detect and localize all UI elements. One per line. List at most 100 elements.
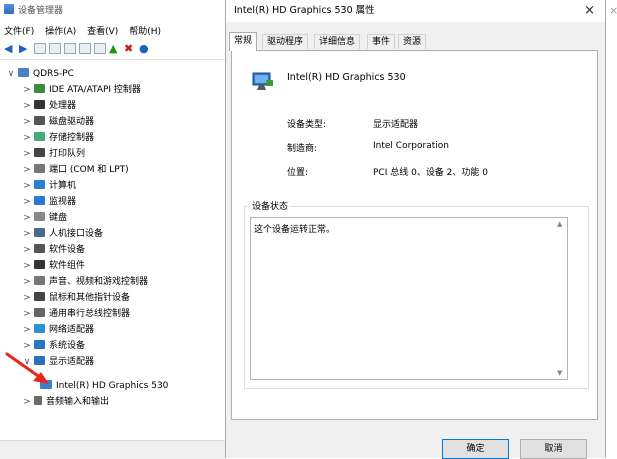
storage-controller-icon	[34, 132, 45, 141]
chevron-right-icon[interactable]: >	[22, 162, 32, 178]
tree-item-label: 打印队列	[49, 149, 86, 159]
tree-item-keyboards[interactable]: > 键盘	[22, 210, 67, 226]
device-status-text: 这个设备运转正常。	[254, 225, 336, 235]
chevron-right-icon[interactable]: >	[22, 322, 32, 338]
tree-item-network[interactable]: > 网络适配器	[22, 322, 94, 338]
chevron-right-icon[interactable]: >	[22, 114, 32, 130]
chevron-down-icon[interactable]: ∨	[6, 66, 16, 82]
help-icon[interactable]	[64, 42, 76, 54]
device-manager-title: 设备管理器	[18, 6, 64, 16]
location-value: PCI 总线 0、设备 2、功能 0	[373, 168, 488, 178]
dialog-title: Intel(R) HD Graphics 530 属性	[234, 5, 375, 16]
tree-item-label: 人机接口设备	[49, 229, 104, 239]
chevron-right-icon[interactable]: >	[22, 274, 32, 290]
tree-item-ide[interactable]: > IDE ATA/ATAPI 控制器	[22, 82, 141, 98]
tree-item-label: 软件组件	[49, 261, 86, 271]
chevron-right-icon[interactable]: >	[22, 226, 32, 242]
tree-item-software-components[interactable]: > 软件组件	[22, 258, 85, 274]
chevron-right-icon[interactable]: >	[22, 178, 32, 194]
scan-hardware-icon[interactable]: ●	[139, 43, 151, 54]
tree-item-label: 通用串行总线控制器	[49, 309, 131, 319]
tree-item-label: 磁盘驱动器	[49, 117, 95, 127]
manufacturer-label: 制造商:	[287, 144, 318, 154]
chevron-right-icon[interactable]: >	[22, 98, 32, 114]
tree-item-processors[interactable]: > 处理器	[22, 98, 76, 114]
tree-item-hid[interactable]: > 人机接口设备	[22, 226, 103, 242]
chevron-right-icon[interactable]: >	[22, 242, 32, 258]
tree-item-label: 系统设备	[49, 341, 86, 351]
forward-arrow-icon[interactable]: ▶	[19, 43, 31, 54]
computer-icon	[34, 180, 45, 189]
tree-item-audio-io[interactable]: > 音频输入和输出	[22, 394, 109, 410]
ok-button[interactable]: 确定	[442, 439, 509, 459]
tree-item-print-queues[interactable]: > 打印队列	[22, 146, 85, 162]
tree-item-intel-hd-graphics[interactable]: Intel(R) HD Graphics 530	[38, 378, 168, 394]
back-arrow-icon[interactable]: ◀	[4, 43, 16, 54]
tree-item-label: IDE ATA/ATAPI 控制器	[49, 85, 141, 95]
tree-item-label: 键盘	[49, 213, 68, 223]
location-label: 位置:	[287, 168, 309, 178]
tree-item-disk-drives[interactable]: > 磁盘驱动器	[22, 114, 94, 130]
background-close-icon[interactable]: ×	[609, 0, 617, 22]
device-manager-titlebar: 设备管理器	[4, 0, 63, 22]
device-name: Intel(R) HD Graphics 530	[287, 72, 406, 83]
chevron-right-icon[interactable]: >	[22, 306, 32, 322]
status-scrollbar[interactable]: ▲ ▼	[555, 218, 567, 379]
menu-action[interactable]: 操作(A)	[45, 27, 76, 37]
tree-item-label: 声音、视频和游戏控制器	[49, 277, 149, 287]
tree-root[interactable]: ∨ QDRS-PC	[6, 66, 74, 82]
menu-view[interactable]: 查看(V)	[87, 27, 118, 37]
tree-root-label: QDRS-PC	[33, 69, 74, 79]
background-window-edge	[606, 0, 617, 458]
scroll-down-icon[interactable]: ▼	[557, 369, 562, 377]
network-adapter-icon	[34, 324, 45, 333]
uninstall-x-icon[interactable]: ✖	[124, 43, 136, 54]
cancel-button[interactable]: 取消	[520, 439, 587, 459]
monitor-icon[interactable]	[94, 42, 106, 54]
close-icon[interactable]: ×	[584, 0, 595, 22]
chevron-right-icon[interactable]: >	[22, 146, 32, 162]
tree-item-computer[interactable]: > 计算机	[22, 178, 76, 194]
chevron-right-icon[interactable]: >	[22, 210, 32, 226]
hid-icon	[34, 228, 45, 237]
menu-file[interactable]: 文件(F)	[4, 27, 34, 37]
tab-resources[interactable]: 资源	[398, 34, 427, 49]
tab-driver[interactable]: 驱动程序	[262, 34, 309, 49]
device-status-legend: 设备状态	[250, 199, 291, 212]
print-queue-icon	[34, 148, 45, 157]
tree-item-label: 计算机	[49, 181, 77, 191]
keyboard-icon	[34, 212, 45, 221]
chevron-right-icon[interactable]: >	[22, 290, 32, 306]
tree-item-label: 端口 (COM 和 LPT)	[49, 165, 129, 175]
general-tab-panel: Intel(R) HD Graphics 530 设备类型: 显示适配器 制造商…	[231, 50, 598, 420]
chevron-right-icon[interactable]: >	[22, 194, 32, 210]
update-driver-icon[interactable]: ▲	[109, 43, 121, 54]
details-view-icon[interactable]	[79, 42, 91, 54]
tree-item-label: 网络适配器	[49, 325, 95, 335]
tab-details[interactable]: 详细信息	[314, 34, 361, 49]
device-manager-icon	[4, 4, 14, 14]
menu-help[interactable]: 帮助(H)	[129, 27, 161, 37]
tree-item-monitors[interactable]: > 监视器	[22, 194, 76, 210]
device-type-value: 显示适配器	[373, 120, 419, 130]
chevron-right-icon[interactable]: >	[22, 394, 32, 410]
properties-icon[interactable]	[49, 42, 61, 54]
mouse-icon	[34, 292, 45, 301]
tree-item-label: 存储控制器	[49, 133, 95, 143]
tree-item-mice[interactable]: > 鼠标和其他指针设备	[22, 290, 130, 306]
tree-item-software-devices[interactable]: > 软件设备	[22, 242, 85, 258]
scroll-up-icon[interactable]: ▲	[557, 220, 562, 228]
chevron-right-icon[interactable]: >	[22, 258, 32, 274]
tree-item-sound[interactable]: > 声音、视频和游戏控制器	[22, 274, 148, 290]
tree-item-storage[interactable]: > 存储控制器	[22, 130, 94, 146]
device-status-textarea[interactable]: 这个设备运转正常。 ▲ ▼	[250, 217, 568, 380]
tab-events[interactable]: 事件	[367, 34, 396, 49]
grid-view-icon[interactable]	[34, 42, 46, 54]
tree-item-ports[interactable]: > 端口 (COM 和 LPT)	[22, 162, 129, 178]
tab-general[interactable]: 常规	[229, 32, 258, 51]
port-icon	[34, 164, 45, 173]
chevron-right-icon[interactable]: >	[22, 82, 32, 98]
tree-item-usb[interactable]: > 通用串行总线控制器	[22, 306, 130, 322]
chevron-right-icon[interactable]: >	[22, 130, 32, 146]
properties-dialog: Intel(R) HD Graphics 530 属性 × 常规 驱动程序 详细…	[225, 0, 606, 459]
